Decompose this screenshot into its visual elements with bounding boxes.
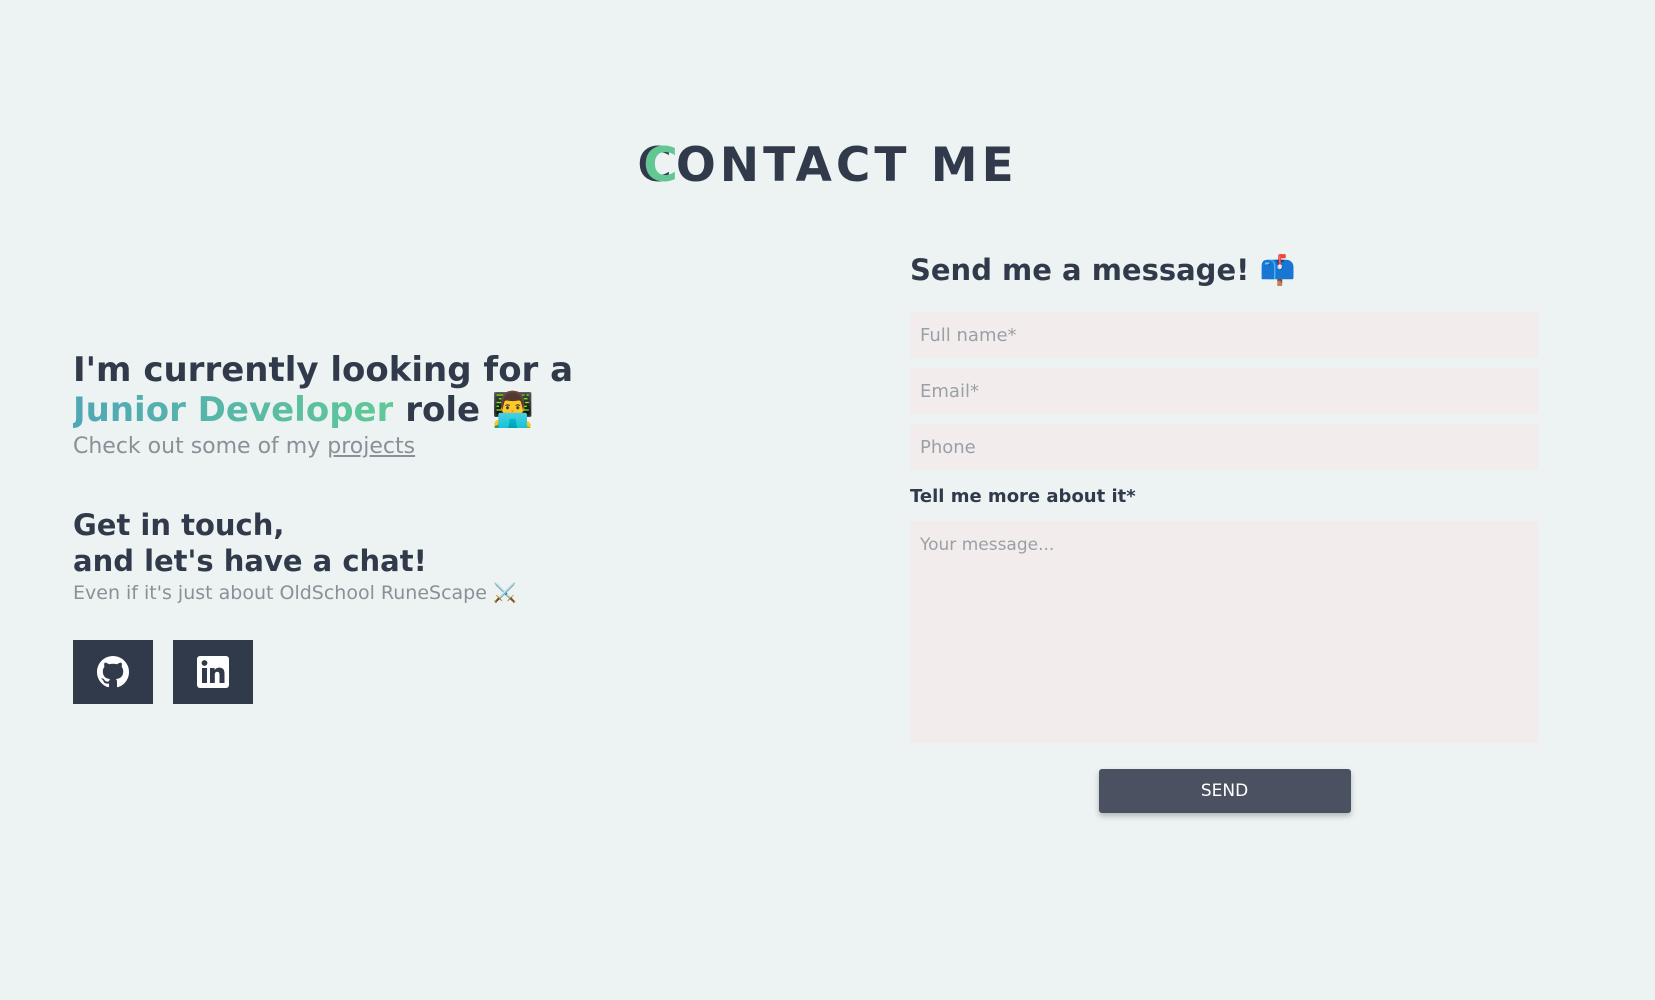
linkedin-button[interactable] xyxy=(173,640,253,704)
projects-link[interactable]: projects xyxy=(327,434,415,459)
contact-form-section: Send me a message! 📫 Tell me more about … xyxy=(910,248,1539,813)
developer-emoji-icon: 👨‍💻 xyxy=(491,390,535,430)
projects-prefix: Check out some of my xyxy=(73,434,321,459)
full-name-field[interactable] xyxy=(910,312,1539,358)
intro-line1: I'm currently looking for a xyxy=(73,350,574,390)
role-highlight: Junior Developer xyxy=(73,390,394,430)
get-in-touch-heading: Get in touch, and let's have a chat! xyxy=(73,507,773,579)
title-accent-letter: CC xyxy=(637,138,682,193)
touch-sub-text: Even if it's just about OldSchool RuneSc… xyxy=(73,582,487,604)
mailbox-icon: 📫 xyxy=(1259,253,1296,287)
phone-field[interactable] xyxy=(910,424,1539,470)
linkedin-icon xyxy=(197,656,229,688)
role-word: role xyxy=(405,390,481,430)
contact-form: Tell me more about it* SEND xyxy=(910,312,1539,813)
touch-line1: Get in touch, xyxy=(73,508,285,542)
form-title-text: Send me a message! xyxy=(910,253,1250,287)
message-textarea[interactable] xyxy=(910,521,1539,743)
intro-section: I'm currently looking for a Junior Devel… xyxy=(73,350,773,704)
touch-subtext: Even if it's just about OldSchool RuneSc… xyxy=(73,581,773,604)
page-title: C C ONTACT ME xyxy=(0,138,1655,194)
social-links xyxy=(73,640,773,704)
message-label: Tell me more about it* xyxy=(910,486,1136,507)
title-rest: ONTACT ME xyxy=(675,138,1018,193)
send-button[interactable]: SEND xyxy=(1098,769,1351,813)
intro-headline: I'm currently looking for a Junior Devel… xyxy=(73,350,773,430)
github-button[interactable] xyxy=(73,640,153,704)
crossed-swords-icon: ⚔️ xyxy=(492,582,517,604)
github-icon xyxy=(97,656,129,688)
email-field[interactable] xyxy=(910,368,1539,414)
form-title: Send me a message! 📫 xyxy=(910,248,1539,292)
touch-line2: and let's have a chat! xyxy=(73,544,427,578)
projects-line: Check out some of my projects xyxy=(73,434,773,459)
